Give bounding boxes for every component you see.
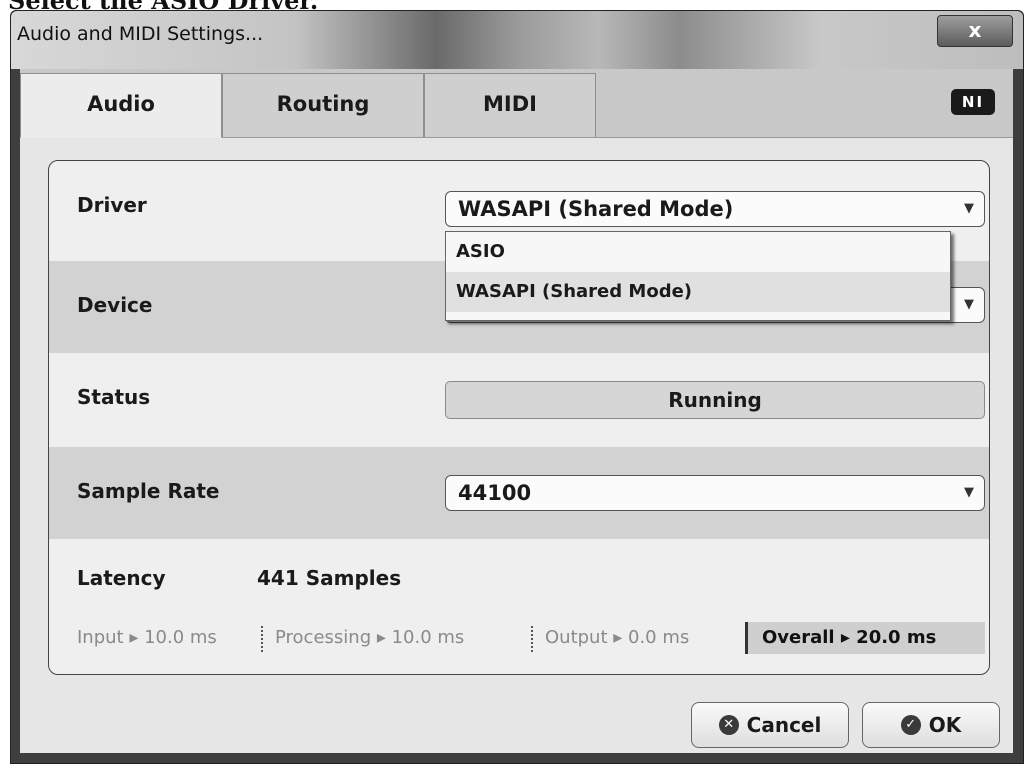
driver-option-wasapi[interactable]: WASAPI (Shared Mode) <box>446 272 950 312</box>
status-row: Status Running <box>49 353 989 445</box>
ok-button-label: OK <box>928 713 962 737</box>
latency-label: Latency <box>77 566 166 590</box>
sample-rate-row: Sample Rate 44100 ▼ <box>49 447 989 539</box>
audio-settings-panel: Driver WASAPI (Shared Mode) ▼ Device ▼ A… <box>48 160 990 675</box>
processing-latency: Processing ▸ 10.0 ms <box>275 627 465 648</box>
title-bar[interactable]: Audio and MIDI Settings... x <box>11 11 1023 69</box>
tab-midi[interactable]: MIDI <box>424 73 596 137</box>
cancel-button-label: Cancel <box>746 713 822 737</box>
driver-dropdown-list: ASIO WASAPI (Shared Mode) <box>445 231 951 321</box>
close-icon: x <box>968 18 982 42</box>
sample-rate-select[interactable]: 44100 ▼ <box>445 475 985 511</box>
ok-button[interactable]: ✓ OK <box>862 702 1000 748</box>
window-title: Audio and MIDI Settings... <box>17 23 264 45</box>
output-latency: Output ▸ 0.0 ms <box>545 627 690 648</box>
device-label: Device <box>77 293 153 317</box>
check-circle-icon: ✓ <box>900 714 921 735</box>
divider <box>531 626 533 652</box>
chevron-down-icon: ▼ <box>964 201 974 216</box>
settings-window: Audio and MIDI Settings... x Audio Routi… <box>10 10 1024 764</box>
x-circle-icon: ✕ <box>718 714 739 735</box>
close-button[interactable]: x <box>937 15 1013 47</box>
tab-audio[interactable]: Audio <box>20 73 222 138</box>
divider <box>261 626 263 652</box>
driver-select-value: WASAPI (Shared Mode) <box>458 197 734 221</box>
overall-latency: Overall ▸ 20.0 ms <box>745 622 985 654</box>
driver-select[interactable]: WASAPI (Shared Mode) ▼ <box>445 191 985 227</box>
sample-rate-label: Sample Rate <box>77 479 220 503</box>
dialog-body: Audio Routing MIDI NI Driver WASAPI (Sha… <box>20 69 1013 753</box>
status-indicator: Running <box>445 381 985 419</box>
cancel-button[interactable]: ✕ Cancel <box>691 702 849 748</box>
driver-option-asio[interactable]: ASIO <box>446 232 950 272</box>
chevron-down-icon: ▼ <box>964 485 974 500</box>
latency-value: 441 Samples <box>257 566 402 590</box>
tab-strip: Audio Routing MIDI NI <box>20 69 1013 138</box>
tab-routing[interactable]: Routing <box>222 73 424 137</box>
chevron-down-icon: ▼ <box>964 297 974 312</box>
ni-logo: NI <box>951 89 995 115</box>
input-latency: Input ▸ 10.0 ms <box>77 627 217 648</box>
driver-label: Driver <box>77 193 147 217</box>
sample-rate-value: 44100 <box>458 481 532 505</box>
status-label: Status <box>77 385 151 409</box>
